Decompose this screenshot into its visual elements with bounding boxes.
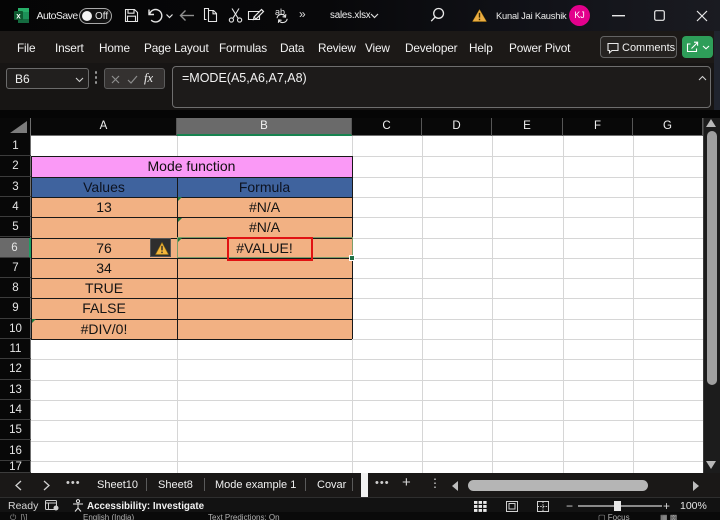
svg-text:ab: ab: [275, 7, 285, 17]
svg-text:x: x: [16, 12, 21, 21]
